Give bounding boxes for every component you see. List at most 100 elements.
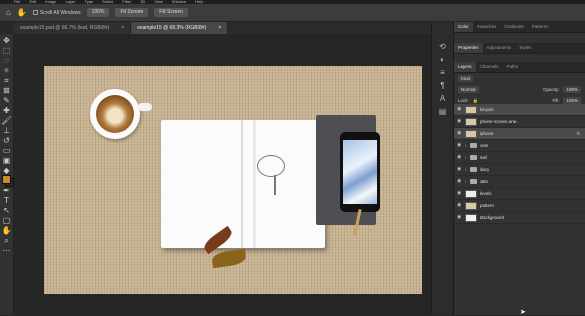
layer-row[interactable]: ◉ pattern <box>454 200 585 212</box>
adjust-icon[interactable]: ◐ <box>440 55 445 64</box>
eyedropper-icon[interactable]: ✎ <box>1 96 13 105</box>
layer-row[interactable]: ◉ levels <box>454 188 585 200</box>
layer-filter-row: Kind <box>454 73 585 84</box>
tab-patterns[interactable]: Patterns <box>528 22 553 32</box>
visibility-eye-icon[interactable]: ◉ <box>457 167 462 172</box>
zoom-tool-icon[interactable]: ⌕ <box>1 236 13 245</box>
foreground-color-swatch[interactable] <box>2 175 11 184</box>
marquee-tool-icon[interactable]: ⬚ <box>1 46 13 55</box>
shape-tool-icon[interactable]: ▢ <box>1 216 13 225</box>
layer-row[interactable]: ◉ iphone fx <box>454 128 585 140</box>
document-tab-active[interactable]: example15 @ 68.3% (RGB/8#) × <box>131 22 229 34</box>
folder-icon <box>469 143 477 148</box>
visibility-eye-icon[interactable]: ◉ <box>457 107 462 112</box>
checkbox-box <box>32 10 38 15</box>
layer-effects-icon[interactable]: fx <box>576 131 580 136</box>
right-panel: Color Swatches Gradients Patterns Proper… <box>453 22 585 315</box>
notebook-cord <box>257 155 285 177</box>
fit-screen-button[interactable]: Fit Screen <box>115 8 149 17</box>
magic-wand-icon[interactable]: ✧ <box>1 66 13 75</box>
move-tool-icon[interactable]: ✥ <box>1 36 13 45</box>
tab-swatches[interactable]: Swatches <box>473 22 501 32</box>
visibility-eye-icon[interactable]: ◉ <box>457 203 462 208</box>
folder-icon <box>469 155 477 160</box>
crop-tool-icon[interactable]: ⌗ <box>1 76 13 85</box>
notebook-band <box>253 120 256 248</box>
layer-thumbnail <box>465 105 477 114</box>
fill-field[interactable]: 100% <box>563 97 581 104</box>
layer-row[interactable]: ◉ › diary <box>454 164 585 176</box>
brush-settings-icon[interactable]: ≡ <box>440 68 445 77</box>
chevron-right-icon[interactable]: › <box>465 167 467 172</box>
hand-tool-icon[interactable]: ✋ <box>17 8 27 17</box>
layer-row[interactable]: ◉ phone-screen.ane.. <box>454 116 585 128</box>
filter-kind-dropdown[interactable]: Kind <box>458 75 474 82</box>
visibility-eye-icon[interactable]: ◉ <box>457 191 462 196</box>
tab-properties[interactable]: Properties <box>454 43 483 53</box>
pen-tool-icon[interactable]: ✒ <box>1 186 13 195</box>
visibility-eye-icon[interactable]: ◉ <box>457 131 462 136</box>
layer-row[interactable]: ◉ bicycle <box>454 104 585 116</box>
more-tools-icon[interactable]: ⋯ <box>1 246 13 255</box>
gradient-tool-icon[interactable]: ▣ <box>1 156 13 165</box>
layer-name: latte <box>479 179 489 184</box>
visibility-eye-icon[interactable]: ◉ <box>457 215 462 220</box>
stamp-tool-icon[interactable]: ⊥ <box>1 126 13 135</box>
tab-label: example15.psd @ 66.7% (leaf, RGB/8#) <box>20 25 110 31</box>
opacity-field[interactable]: 100% <box>563 86 581 93</box>
layer-thumbnail <box>465 117 477 126</box>
layer-name: iphone <box>480 131 494 136</box>
blur-tool-icon[interactable]: ◆ <box>1 166 13 175</box>
layer-name: phone-screen.ane.. <box>480 119 519 124</box>
close-icon[interactable]: × <box>121 22 124 34</box>
hand-tool-icon[interactable]: ✋ <box>1 226 13 235</box>
lasso-tool-icon[interactable]: ◌ <box>1 56 13 65</box>
tab-gradients[interactable]: Gradients <box>500 22 528 32</box>
history-brush-icon[interactable]: ↺ <box>1 136 13 145</box>
tab-layers[interactable]: Layers <box>454 62 476 72</box>
document-canvas[interactable] <box>44 66 422 294</box>
layers-list: ◉ bicycle ◉ phone-screen.ane.. ◉ iphone fx ◉ › no… <box>454 104 585 224</box>
tab-color[interactable]: Color <box>454 22 473 32</box>
canvas-area[interactable] <box>14 34 431 315</box>
layer-row[interactable]: ◉ › leaf <box>454 152 585 164</box>
frame-tool-icon[interactable]: ⊠ <box>1 86 13 95</box>
visibility-eye-icon[interactable]: ◉ <box>457 155 462 160</box>
layers-tabs: Layers Channels Paths <box>454 62 585 73</box>
lock-icon[interactable]: 🔒 <box>473 98 479 104</box>
eraser-tool-icon[interactable]: ▭ <box>1 146 13 155</box>
libraries-icon[interactable]: ▤ <box>439 107 447 116</box>
properties-body <box>454 54 585 62</box>
tab-paths[interactable]: Paths <box>503 62 523 72</box>
scroll-all-checkbox[interactable]: Scroll All Windows <box>32 10 81 16</box>
tab-channels[interactable]: Channels <box>476 62 503 72</box>
visibility-eye-icon[interactable]: ◉ <box>457 119 462 124</box>
visibility-eye-icon[interactable]: ◉ <box>457 143 462 148</box>
healing-brush-icon[interactable]: ✚ <box>1 106 13 115</box>
history-icon[interactable]: ⟲ <box>439 42 446 51</box>
open-notebook <box>161 120 325 248</box>
layer-row[interactable]: ◉ › latte <box>454 176 585 188</box>
tab-styles[interactable]: Styles <box>515 43 535 53</box>
fill-screen-button[interactable]: Fill Screen <box>154 8 188 17</box>
brush-tool-icon[interactable]: 🖌 <box>1 116 13 125</box>
layer-row[interactable]: ◉ Background <box>454 212 585 224</box>
paragraph-icon[interactable]: ¶ <box>440 81 444 90</box>
layer-name: bicycle <box>480 107 494 112</box>
document-tab[interactable]: example15.psd @ 66.7% (leaf, RGB/8#) × <box>14 22 132 34</box>
chevron-right-icon[interactable]: › <box>465 155 467 160</box>
layer-thumbnail <box>465 129 477 138</box>
character-icon[interactable]: A <box>440 94 445 103</box>
home-icon[interactable]: ⌂ <box>6 8 11 17</box>
chevron-right-icon[interactable]: › <box>465 143 467 148</box>
type-tool-icon[interactable]: T <box>1 196 13 205</box>
blend-mode-dropdown[interactable]: Normal <box>458 86 479 93</box>
path-select-icon[interactable]: ↖ <box>1 206 13 215</box>
tab-adjustments[interactable]: Adjustments <box>483 43 516 53</box>
opacity-label: Opacity: <box>542 87 560 92</box>
zoom-value[interactable]: 100% <box>86 8 110 17</box>
close-icon[interactable]: × <box>218 22 221 34</box>
layer-row[interactable]: ◉ › note <box>454 140 585 152</box>
visibility-eye-icon[interactable]: ◉ <box>457 179 462 184</box>
chevron-right-icon[interactable]: › <box>465 179 467 184</box>
